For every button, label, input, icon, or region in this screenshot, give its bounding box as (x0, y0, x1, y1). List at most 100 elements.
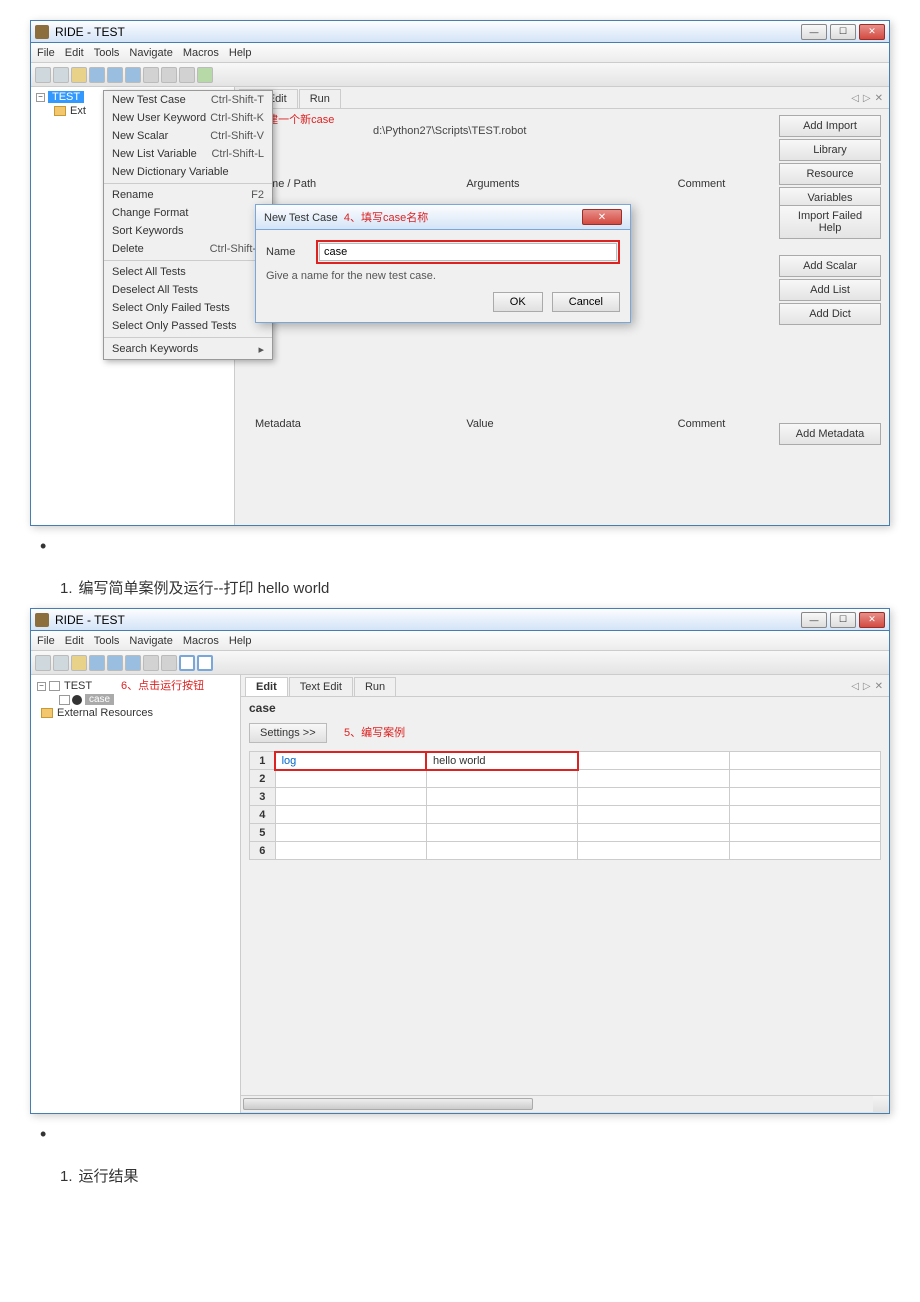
import-failed-help-button[interactable]: Import Failed Help (779, 205, 881, 239)
tab-textedit[interactable]: Text Edit (289, 677, 353, 696)
back-icon[interactable] (35, 67, 51, 83)
cm-select-all[interactable]: Select All Tests (104, 263, 272, 281)
checkbox-icon[interactable] (59, 695, 70, 705)
cm-search-keywords[interactable]: Search Keywords▸ (104, 340, 272, 359)
open-icon[interactable] (71, 655, 87, 671)
cm-deselect-all[interactable]: Deselect All Tests (104, 281, 272, 299)
minimize-button[interactable]: — (801, 612, 827, 628)
row-number: 2 (250, 770, 276, 788)
tab-run[interactable]: Run (299, 89, 341, 108)
folder-icon[interactable] (89, 655, 105, 671)
doc-heading-2: 1.运行结果 (60, 1165, 890, 1186)
stop-icon[interactable] (179, 67, 195, 83)
settings-button[interactable]: Settings >> (249, 723, 327, 743)
row-number: 4 (250, 806, 276, 824)
cm-sort-keywords[interactable]: Sort Keywords (104, 222, 272, 240)
name-input[interactable] (319, 243, 617, 261)
cm-new-user-keyword[interactable]: New User KeywordCtrl-Shift-K (104, 109, 272, 127)
add-import-button[interactable]: Add Import (779, 115, 881, 137)
cell-1-2[interactable]: hello world (426, 752, 577, 770)
stop-icon[interactable] (179, 655, 195, 671)
add-scalar-button[interactable]: Add Scalar (779, 255, 881, 277)
save-all-icon[interactable] (125, 655, 141, 671)
forward-icon[interactable] (53, 655, 69, 671)
close-button[interactable]: ✕ (859, 612, 885, 628)
cm-select-passed[interactable]: Select Only Passed Tests (104, 317, 272, 335)
cm-new-test-case[interactable]: New Test CaseCtrl-Shift-T (104, 91, 272, 109)
menu-help[interactable]: Help (229, 47, 252, 59)
titlebar: RIDE - TEST — ☐ ✕ (31, 609, 889, 631)
k-icon[interactable] (143, 655, 159, 671)
tab-run[interactable]: Run (354, 677, 396, 696)
dialog-close-button[interactable]: ✕ (582, 209, 622, 225)
folder-icon (41, 708, 53, 718)
maximize-button[interactable]: ☐ (830, 612, 856, 628)
tabs-controls[interactable]: ◁▷✕ (849, 93, 885, 104)
tabs-controls[interactable]: ◁▷✕ (849, 681, 885, 692)
maximize-button[interactable]: ☐ (830, 24, 856, 40)
scrollbar[interactable] (241, 1095, 889, 1113)
import-buttons: Add Import Library Resource Variables (779, 115, 881, 209)
ride-window-1: RIDE - TEST — ☐ ✕ File Edit Tools Naviga… (30, 20, 890, 526)
cm-delete[interactable]: DeleteCtrl-Shift-D (104, 240, 272, 258)
add-list-button[interactable]: Add List (779, 279, 881, 301)
cell-1-4[interactable] (729, 752, 880, 770)
cm-select-failed[interactable]: Select Only Failed Tests (104, 299, 272, 317)
run-icon[interactable] (197, 655, 213, 671)
menu-file[interactable]: File (37, 47, 55, 59)
menu-tools[interactable]: Tools (94, 635, 120, 647)
cell-1-3[interactable] (578, 752, 729, 770)
collapse-icon[interactable]: − (37, 682, 46, 691)
resource-button[interactable]: Resource (779, 163, 881, 185)
t-icon[interactable] (161, 67, 177, 83)
menu-navigate[interactable]: Navigate (129, 635, 172, 647)
tree-case[interactable]: case (57, 693, 236, 706)
new-test-case-dialog: New Test Case 4、填写case名称 ✕ Name Give a n… (255, 204, 631, 323)
bullet: • (40, 536, 890, 557)
cm-new-dict-variable[interactable]: New Dictionary Variable (104, 163, 272, 181)
ok-button[interactable]: OK (493, 292, 543, 312)
cm-rename[interactable]: RenameF2 (104, 186, 272, 204)
menu-tools[interactable]: Tools (94, 47, 120, 59)
add-metadata-button[interactable]: Add Metadata (779, 423, 881, 445)
cm-change-format[interactable]: Change Format (104, 204, 272, 222)
forward-icon[interactable] (53, 67, 69, 83)
folder-icon[interactable] (89, 67, 105, 83)
menu-help[interactable]: Help (229, 635, 252, 647)
content-body: 3、创建一个新case d:\Python27\Scripts\TEST.rob… (235, 109, 889, 525)
cell-1-1[interactable]: log (275, 752, 426, 770)
save-icon[interactable] (107, 67, 123, 83)
menu-macros[interactable]: Macros (183, 635, 219, 647)
t-icon[interactable] (161, 655, 177, 671)
menu-edit[interactable]: Edit (65, 635, 84, 647)
open-icon[interactable] (71, 67, 87, 83)
minimize-button[interactable]: — (801, 24, 827, 40)
menu-macros[interactable]: Macros (183, 47, 219, 59)
run-icon[interactable] (197, 67, 213, 83)
var-buttons: Import Failed Help Add Scalar Add List A… (779, 205, 881, 325)
menu-navigate[interactable]: Navigate (129, 47, 172, 59)
back-icon[interactable] (35, 655, 51, 671)
menu-edit[interactable]: Edit (65, 47, 84, 59)
tab-edit[interactable]: Edit (245, 677, 288, 696)
row-number: 1 (250, 752, 276, 770)
tree-root-label[interactable]: TEST (48, 91, 84, 103)
menu-file[interactable]: File (37, 635, 55, 647)
scroll-thumb[interactable] (243, 1098, 533, 1110)
add-dict-button[interactable]: Add Dict (779, 303, 881, 325)
cm-new-list-variable[interactable]: New List VariableCtrl-Shift-L (104, 145, 272, 163)
k-icon[interactable] (143, 67, 159, 83)
tree-panel: 6、点击运行按钮 − TEST case External Resources (31, 675, 241, 1113)
bullet: • (40, 1124, 890, 1145)
tabs: ext Edit Run ◁▷✕ (235, 87, 889, 109)
library-button[interactable]: Library (779, 139, 881, 161)
ride-window-2: RIDE - TEST — ☐ ✕ File Edit Tools Naviga… (30, 608, 890, 1114)
cm-new-scalar[interactable]: New ScalarCtrl-Shift-V (104, 127, 272, 145)
close-button[interactable]: ✕ (859, 24, 885, 40)
save-icon[interactable] (107, 655, 123, 671)
tree-external-resources[interactable]: External Resources (39, 706, 236, 720)
save-all-icon[interactable] (125, 67, 141, 83)
collapse-icon[interactable]: − (36, 93, 45, 102)
cancel-button[interactable]: Cancel (552, 292, 620, 312)
annotation-5: 5、编写案例 (344, 727, 405, 739)
